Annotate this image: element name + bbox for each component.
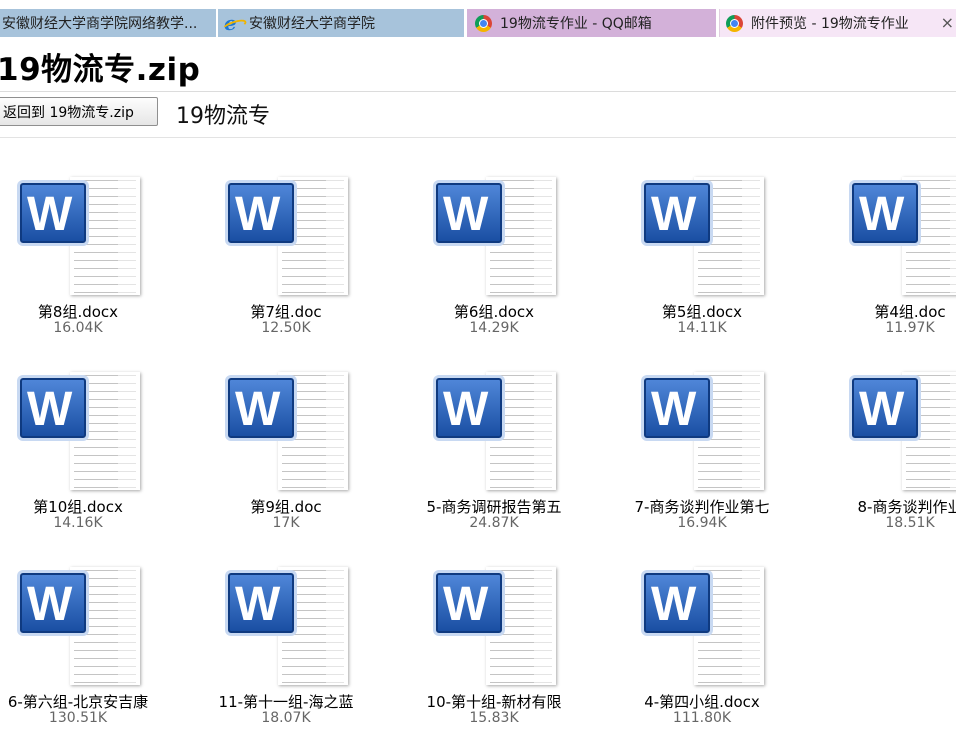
word-file-thumbnail xyxy=(228,565,352,689)
file-item[interactable]: 6-第六组-北京安吉康 130.51K xyxy=(0,565,168,733)
word-file-thumbnail xyxy=(852,370,956,494)
word-icon xyxy=(20,183,86,243)
ie-icon xyxy=(224,11,241,35)
word-icon xyxy=(852,378,918,438)
file-name: 第10组.docx xyxy=(33,498,123,516)
file-size: 14.11K xyxy=(677,320,727,336)
word-icon xyxy=(644,378,710,438)
tab-label: 19物流专作业 - QQ邮箱 xyxy=(500,16,652,32)
file-name: 第8组.docx xyxy=(37,303,119,321)
file-item[interactable]: 第4组.doc 11.97K xyxy=(820,175,956,343)
word-icon xyxy=(228,573,294,633)
tab-business-school[interactable]: 安徽财经大学商学院 xyxy=(218,9,464,37)
word-icon xyxy=(644,183,710,243)
word-icon xyxy=(228,378,294,438)
word-file-thumbnail xyxy=(228,175,352,299)
file-item[interactable]: 11-第十一组-海之蓝 18.07K xyxy=(196,565,376,733)
word-icon xyxy=(436,378,502,438)
close-icon[interactable]: × xyxy=(941,13,954,32)
word-file-thumbnail xyxy=(436,175,560,299)
word-icon xyxy=(20,573,86,633)
word-file-thumbnail xyxy=(436,565,560,689)
word-file-thumbnail xyxy=(436,370,560,494)
file-name: 第6组.docx xyxy=(453,303,535,321)
toolbar: 返回到 19物流专.zip 19物流专 xyxy=(0,91,956,138)
file-item[interactable]: 第7组.doc 12.50K xyxy=(196,175,376,343)
word-file-thumbnail xyxy=(852,175,956,299)
word-icon xyxy=(436,183,502,243)
tab-qq-mail[interactable]: 19物流专作业 - QQ邮箱 xyxy=(467,9,716,37)
word-file-thumbnail xyxy=(644,565,768,689)
word-icon xyxy=(436,573,502,633)
file-name: 11-第十一组-海之蓝 xyxy=(218,693,354,711)
browser-tab-strip: 安徽财经大学商学院网络教学... 安徽财经大学商学院 19物流专作业 - QQ邮… xyxy=(0,0,956,37)
file-size: 14.29K xyxy=(469,320,519,336)
file-item[interactable]: 10-第十组-新材有限 15.83K xyxy=(404,565,584,733)
file-item[interactable]: 第9组.doc 17K xyxy=(196,370,376,538)
back-to-zip-button[interactable]: 返回到 19物流专.zip xyxy=(0,97,158,126)
word-file-thumbnail xyxy=(20,565,144,689)
word-file-thumbnail xyxy=(20,370,144,494)
tab-network-teaching[interactable]: 安徽财经大学商学院网络教学... xyxy=(0,9,216,37)
file-size: 14.16K xyxy=(53,515,103,531)
file-size: 11.97K xyxy=(885,320,935,336)
file-name: 7-商务谈判作业第七 xyxy=(634,498,770,516)
file-name: 第5组.docx xyxy=(661,303,743,321)
file-size: 24.87K xyxy=(469,515,519,531)
file-item[interactable]: 7-商务谈判作业第七 16.94K xyxy=(612,370,792,538)
file-item[interactable]: 第10组.docx 14.16K xyxy=(0,370,168,538)
file-size: 18.07K xyxy=(261,710,311,726)
word-icon xyxy=(20,378,86,438)
file-item[interactable]: 第8组.docx 16.04K xyxy=(0,175,168,343)
tab-attachment-preview[interactable]: 附件预览 - 19物流专作业 × xyxy=(719,9,956,37)
file-size: 130.51K xyxy=(48,710,108,726)
file-item[interactable]: 第5组.docx 14.11K xyxy=(612,175,792,343)
file-name: 第4组.doc xyxy=(874,303,946,321)
tab-label: 安徽财经大学商学院网络教学... xyxy=(2,16,198,32)
file-name: 第7组.doc xyxy=(250,303,322,321)
page-title: 19物流专.zip xyxy=(0,52,201,88)
file-item[interactable]: 第6组.docx 14.29K xyxy=(404,175,584,343)
file-name: 10-第十组-新材有限 xyxy=(426,693,562,711)
browser-icon xyxy=(475,14,492,32)
file-item[interactable]: 4-第四小组.docx 111.80K xyxy=(612,565,792,733)
word-icon xyxy=(644,573,710,633)
word-file-thumbnail xyxy=(20,175,144,299)
tab-label: 附件预览 - 19物流专作业 xyxy=(751,16,909,32)
file-size: 16.94K xyxy=(677,515,727,531)
word-icon xyxy=(228,183,294,243)
file-name: 4-第四小组.docx xyxy=(644,693,760,711)
word-file-thumbnail xyxy=(644,370,768,494)
file-size: 12.50K xyxy=(261,320,311,336)
word-icon xyxy=(852,183,918,243)
tab-label: 安徽财经大学商学院 xyxy=(249,16,375,32)
file-item[interactable]: 8-商务谈判作业 18.51K xyxy=(820,370,956,538)
file-name: 6-第六组-北京安吉康 xyxy=(7,693,149,711)
word-file-thumbnail xyxy=(228,370,352,494)
file-name: 8-商务谈判作业 xyxy=(857,498,956,516)
folder-name: 19物流专 xyxy=(176,104,270,129)
file-size: 111.80K xyxy=(672,710,732,726)
file-size: 15.83K xyxy=(469,710,519,726)
word-file-thumbnail xyxy=(644,175,768,299)
file-size: 17K xyxy=(272,515,300,531)
file-size: 18.51K xyxy=(885,515,935,531)
file-item[interactable]: 5-商务调研报告第五 24.87K xyxy=(404,370,584,538)
browser-icon xyxy=(726,14,743,32)
file-name: 5-商务调研报告第五 xyxy=(426,498,562,516)
file-size: 16.04K xyxy=(53,320,103,336)
file-name: 第9组.doc xyxy=(250,498,322,516)
